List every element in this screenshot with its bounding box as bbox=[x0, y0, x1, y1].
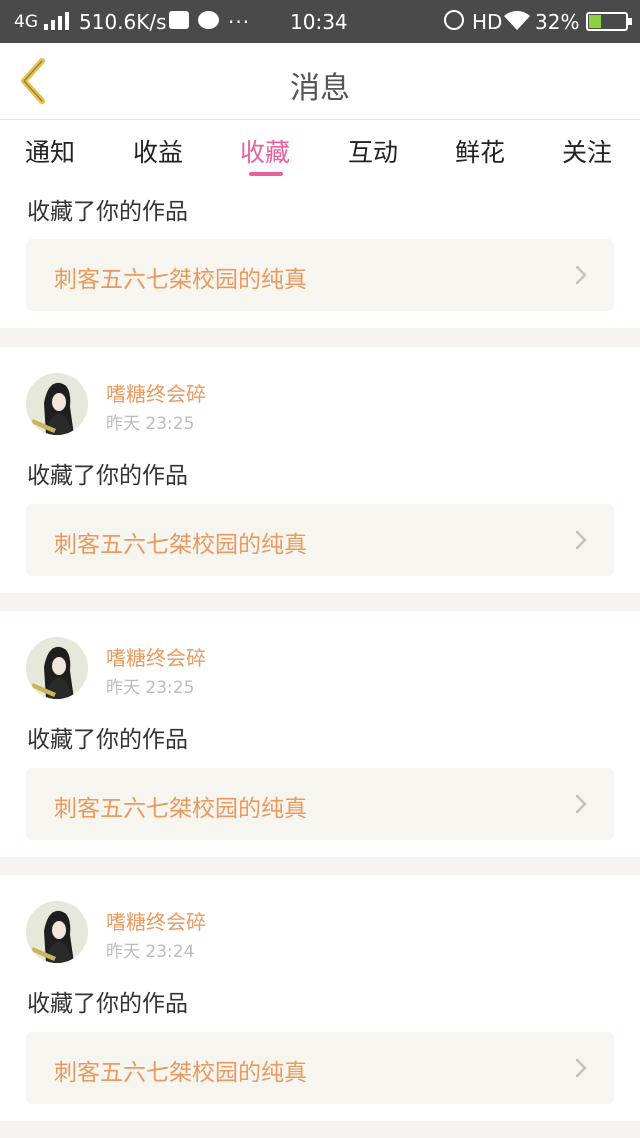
tab-notifications[interactable]: 通知 bbox=[25, 133, 75, 169]
work-title: 刺客五六七桀校园的纯真 bbox=[54, 796, 307, 822]
action-text: 收藏了你的作品 bbox=[27, 463, 188, 489]
avatar[interactable] bbox=[26, 637, 88, 699]
chevron-right-icon bbox=[575, 530, 587, 550]
chevron-right-icon bbox=[575, 794, 587, 814]
active-tab-indicator bbox=[249, 172, 283, 176]
work-link[interactable]: 刺客五六七桀校园的纯真 bbox=[26, 768, 614, 840]
work-title: 刺客五六七桀校园的纯真 bbox=[54, 1060, 307, 1086]
user-avatar-image bbox=[26, 637, 88, 699]
list-item: 嗜糖终会碎 昨天 23:24 收藏了你的作品 刺客五六七桀校园的纯真 bbox=[0, 875, 640, 1121]
avatar[interactable] bbox=[26, 373, 88, 435]
page-title: 消息 bbox=[290, 71, 350, 106]
timestamp: 昨天 23:24 bbox=[106, 942, 195, 962]
timestamp: 昨天 23:25 bbox=[106, 414, 195, 434]
action-text: 收藏了你的作品 bbox=[27, 727, 188, 753]
battery-percent: 32% bbox=[535, 10, 580, 34]
network-speed: 510.6K/s bbox=[79, 10, 167, 34]
chevron-right-icon bbox=[575, 1058, 587, 1078]
action-text: 收藏了你的作品 bbox=[27, 991, 188, 1017]
list-item: 收藏了你的作品 刺客五六七桀校园的纯真 bbox=[0, 180, 640, 328]
nav-bar: 消息 bbox=[0, 43, 640, 120]
more-notifications-icon: ··· bbox=[228, 10, 251, 34]
clock: 10:34 bbox=[290, 10, 348, 34]
timestamp: 昨天 23:25 bbox=[106, 678, 195, 698]
tab-following[interactable]: 关注 bbox=[562, 133, 612, 169]
user-name[interactable]: 嗜糖终会碎 bbox=[106, 378, 206, 407]
user-name[interactable]: 嗜糖终会碎 bbox=[106, 906, 206, 935]
signal-icon bbox=[44, 12, 70, 30]
work-link[interactable]: 刺客五六七桀校园的纯真 bbox=[26, 1032, 614, 1104]
tab-interactions[interactable]: 互动 bbox=[348, 133, 398, 169]
hd-indicator: HD bbox=[472, 10, 503, 34]
user-avatar-image bbox=[26, 901, 88, 963]
message-notification-icon bbox=[169, 11, 189, 29]
tab-bar: 通知 收益 收藏 互动 鲜花 关注 bbox=[0, 120, 640, 180]
list-item: 嗜糖终会碎 昨天 23:25 收藏了你的作品 刺客五六七桀校园的纯真 bbox=[0, 611, 640, 857]
wifi-icon bbox=[503, 9, 531, 37]
user-avatar-image bbox=[26, 373, 88, 435]
work-title: 刺客五六七桀校园的纯真 bbox=[54, 267, 307, 293]
work-link[interactable]: 刺客五六七桀校园的纯真 bbox=[26, 504, 614, 576]
chevron-right-icon bbox=[575, 265, 587, 285]
work-link[interactable]: 刺客五六七桀校园的纯真 bbox=[26, 239, 614, 311]
user-name[interactable]: 嗜糖终会碎 bbox=[106, 642, 206, 671]
tab-earnings[interactable]: 收益 bbox=[133, 133, 183, 169]
list-item: 嗜糖终会碎 昨天 23:25 收藏了你的作品 刺客五六七桀校园的纯真 bbox=[0, 347, 640, 593]
work-title: 刺客五六七桀校园的纯真 bbox=[54, 532, 307, 558]
alarm-icon bbox=[444, 10, 464, 30]
action-text: 收藏了你的作品 bbox=[27, 199, 188, 225]
status-bar: 4G 510.6K/s ··· 10:34 HD 32% bbox=[0, 0, 640, 43]
tab-favorites[interactable]: 收藏 bbox=[240, 133, 290, 169]
network-type: 4G bbox=[14, 12, 38, 32]
battery-fill bbox=[589, 15, 601, 28]
avatar[interactable] bbox=[26, 901, 88, 963]
battery-icon bbox=[586, 12, 632, 31]
tab-flowers[interactable]: 鲜花 bbox=[455, 133, 505, 169]
chat-notification-icon bbox=[198, 11, 219, 29]
